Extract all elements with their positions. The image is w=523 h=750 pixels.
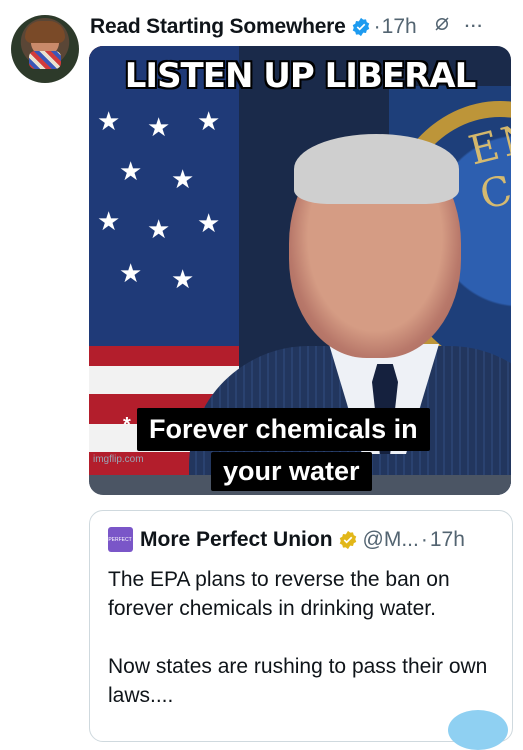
more-icon[interactable]: ···: [465, 18, 484, 36]
star-icon: ★: [147, 214, 171, 244]
quoted-paragraph: The EPA plans to reverse the ban on fore…: [108, 568, 450, 620]
grok-icon[interactable]: [433, 15, 451, 39]
meme-top-text: LISTEN UP LIBERAL: [124, 56, 477, 96]
star-icon: ★: [97, 106, 121, 136]
verified-badge-icon: [351, 17, 371, 37]
avatar-hair: [25, 21, 65, 43]
star-icon: ★: [171, 164, 195, 194]
star-icon: ★: [197, 208, 221, 238]
author-avatar[interactable]: [11, 15, 79, 83]
quoted-tweet[interactable]: MORE PERFECT UNION More Perfect Union @M…: [89, 510, 513, 742]
tweet-time[interactable]: 17h: [382, 15, 417, 39]
avatar-mask: [29, 51, 61, 69]
floating-action-button-edge[interactable]: [448, 710, 508, 750]
quoted-time: 17h: [429, 527, 465, 551]
quoted-handle: @M...: [362, 527, 419, 551]
quoted-logo-icon: MORE PERFECT UNION: [92, 527, 149, 552]
meme-caption-line1: Forever chemicals in: [137, 408, 430, 451]
meme-caption-line2: your water: [211, 452, 372, 491]
star-icon: ★: [171, 264, 195, 294]
star-icon: ★: [119, 258, 143, 288]
author-name[interactable]: Read Starting Somewhere: [90, 15, 346, 39]
star-icon: ★: [197, 106, 221, 136]
tweet-header: Read Starting Somewhere · 17h ···: [90, 12, 516, 42]
asterisk: *: [123, 414, 131, 436]
imgflip-watermark: imgflip.com: [93, 454, 144, 465]
tweet-image[interactable]: ★ ★ ★ ★ ★ ★ ★ ★ ★ ★ ENT C LISTEN UP LIBE…: [89, 46, 511, 495]
quoted-body: The EPA plans to reverse the ban on fore…: [108, 565, 503, 739]
person-hair: [294, 134, 459, 204]
star-icon: ★: [119, 156, 143, 186]
quoted-author-name: More Perfect Union: [140, 527, 333, 551]
quoted-header: MORE PERFECT UNION More Perfect Union @M…: [92, 527, 465, 552]
gold-verified-badge-icon: [338, 530, 358, 550]
star-icon: ★: [97, 206, 121, 236]
separator-dot: ·: [420, 527, 428, 551]
star-icon: ★: [147, 112, 171, 142]
quoted-paragraph: Now states are rushing to pass their own…: [108, 655, 488, 707]
separator-dot: ·: [373, 15, 381, 38]
